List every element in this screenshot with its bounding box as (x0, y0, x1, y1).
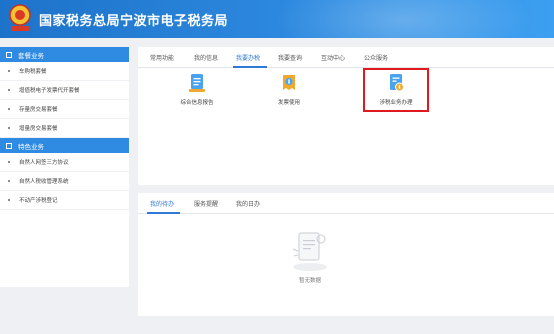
function-label: 发票使用 (277, 100, 300, 106)
sidebar: 套餐业务 车购税套餐 增值税电子发票代开套餐 存量房交易套餐 增量房交易套餐 特… (0, 47, 129, 287)
tab-common-functions[interactable]: 常用功能 (150, 53, 174, 62)
tab-query[interactable]: 我要查询 (278, 53, 302, 62)
todo-tabs: 我的待办 服务提醒 我的日办 (138, 193, 554, 214)
collapse-icon (6, 142, 12, 149)
sidebar-item[interactable]: 增值税电子发票代开套餐 (0, 81, 129, 100)
bullet-icon (8, 108, 10, 110)
tax-emblem-logo (9, 4, 31, 31)
function-invoice-use[interactable]: 发票使用 (254, 73, 324, 106)
tab-my-info[interactable]: 我的信息 (194, 53, 218, 62)
sidebar-item[interactable]: 自然人税收管理系统 (0, 172, 129, 191)
sidebar-item[interactable]: 增量房交易套餐 (0, 119, 129, 138)
bullet-icon (8, 180, 10, 182)
empty-state-icon (292, 232, 327, 271)
sidebar-item-label: 车购税套餐 (19, 69, 47, 75)
header-glow (274, 0, 534, 38)
bullet-icon (8, 161, 10, 163)
bullet-icon (8, 127, 10, 129)
sidebar-item-label: 自然人税收管理系统 (19, 179, 69, 185)
tab-service-reminder[interactable]: 服务提醒 (194, 199, 218, 208)
sidebar-section-title: 套餐业务 (18, 52, 44, 60)
sidebar-item-label: 存量房交易套餐 (19, 107, 58, 113)
collapse-icon (6, 51, 12, 58)
tab-my-daily[interactable]: 我的日办 (236, 199, 260, 208)
bullet-icon (8, 89, 10, 91)
todo-panel: 我的待办 服务提醒 我的日办 (138, 193, 554, 316)
sidebar-item-label: 不动产涉税登记 (19, 198, 58, 204)
tab-public-service[interactable]: 公众服务 (364, 53, 388, 62)
sidebar-item-label: 增值税电子发票代开套餐 (19, 88, 80, 94)
tab-interaction[interactable]: 互动中心 (321, 53, 345, 62)
invoice-icon (283, 75, 295, 90)
tab-my-todo[interactable]: 我的待办 (150, 199, 174, 208)
bullet-icon (8, 199, 10, 201)
active-tab-indicator (233, 66, 267, 68)
sidebar-section-header[interactable]: 套餐业务 (0, 47, 129, 62)
sidebar-section-header[interactable]: 特色业务 (0, 138, 129, 153)
sidebar-item[interactable]: 车购税套餐 (0, 62, 129, 81)
tab-tax-handling[interactable]: 我要办税 (236, 53, 260, 62)
empty-state-text: 暂无数据 (298, 278, 321, 284)
bullet-icon (8, 70, 10, 72)
function-tabs: 常用功能 我的信息 我要办税 我要查询 互动中心 公众服务 (138, 47, 554, 68)
function-comprehensive-report[interactable]: 综合信息报告 (162, 73, 232, 106)
report-icon (189, 74, 205, 92)
function-label: 综合信息报告 (180, 100, 214, 106)
sidebar-item[interactable]: 自然人网签三方协议 (0, 153, 129, 172)
sidebar-item-label: 自然人网签三方协议 (19, 160, 69, 166)
function-panel: 常用功能 我的信息 我要办税 我要查询 互动中心 公众服务 (138, 47, 554, 185)
sidebar-item[interactable]: 存量房交易套餐 (0, 100, 129, 119)
page-title: 国家税务总局宁波市电子税务局 (39, 13, 229, 28)
sidebar-section-title: 特色业务 (18, 143, 44, 151)
app-header: 国家税务总局宁波市电子税务局 (0, 0, 554, 38)
sidebar-item[interactable]: 不动产涉税登记 (0, 191, 129, 210)
sidebar-item-label: 增量房交易套餐 (19, 126, 58, 132)
active-tab-indicator (147, 212, 180, 214)
highlight-box (363, 68, 429, 112)
